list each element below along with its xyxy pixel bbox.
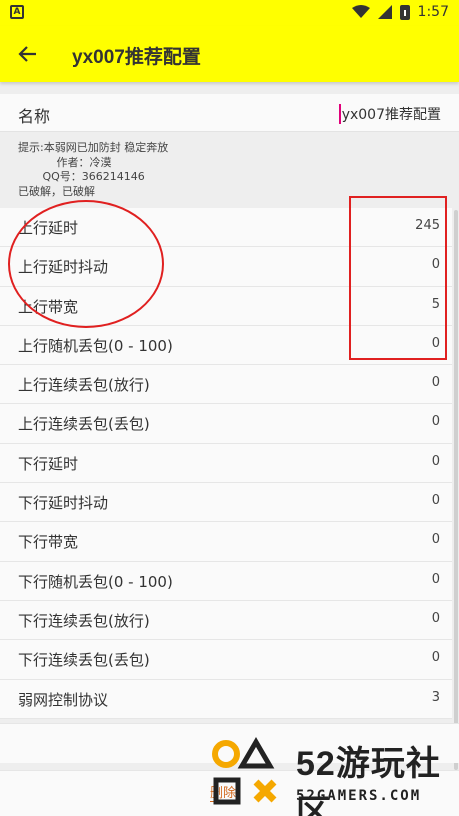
setting-value: 3: [431, 689, 440, 705]
status-icons: 1:57: [351, 4, 449, 20]
status-bar: A 1:57: [0, 0, 459, 26]
status-time: 1:57: [417, 4, 449, 20]
setting-row[interactable]: 下行随机丢包(0 - 100) 0: [0, 561, 452, 601]
hint-line: 作者：冷漠: [18, 155, 112, 169]
setting-label: 上行连续丢包(丢包): [18, 415, 150, 434]
setting-value: 0: [431, 453, 440, 469]
setting-value: 0: [431, 571, 440, 587]
scrollbar[interactable]: [454, 210, 458, 770]
setting-label: 下行连续丢包(丢包): [18, 651, 150, 670]
watermark-url: 52GAMERS.COM: [296, 788, 422, 804]
setting-value: 0: [431, 650, 440, 666]
setting-row[interactable]: 下行带宽 0: [0, 522, 452, 562]
page-title: yx007推荐配置: [72, 47, 201, 68]
battery-icon: [399, 4, 410, 20]
hint-line: 提示:本弱网已加防封 稳定奔放: [18, 141, 169, 154]
setting-label: 下行随机丢包(0 - 100): [18, 572, 173, 591]
signal-icon: [377, 5, 392, 19]
setting-label: 上行随机丢包(0 - 100): [18, 336, 173, 355]
setting-value: 0: [431, 375, 440, 391]
setting-label: 下行延时抖动: [18, 494, 109, 513]
setting-label: 上行连续丢包(放行): [18, 376, 150, 395]
setting-row[interactable]: 上行连续丢包(放行) 0: [0, 365, 452, 405]
setting-row[interactable]: 弱网控制协议 3: [0, 679, 452, 719]
notification-icon: A: [10, 5, 24, 19]
hint-line: QQ号：366214146: [18, 170, 145, 183]
watermark-logo: 52游玩社区 52GAMERS.COM: [208, 736, 459, 816]
name-input[interactable]: yx007推荐配置: [338, 104, 441, 124]
toolbar: yx007推荐配置: [0, 26, 459, 82]
setting-label: 弱网控制协议: [18, 690, 109, 709]
arrow-left-icon: [18, 46, 36, 62]
annotation-circle: [8, 200, 164, 328]
setting-row[interactable]: 下行连续丢包(丢包) 0: [0, 640, 452, 680]
watermark-shapes-icon: [212, 737, 277, 805]
setting-row[interactable]: 下行延时抖动 0: [0, 483, 452, 523]
setting-value: 0: [431, 493, 440, 509]
setting-value: 0: [431, 414, 440, 430]
back-button[interactable]: [10, 36, 46, 72]
setting-value: 0: [431, 610, 440, 626]
setting-row[interactable]: 上行连续丢包(丢包) 0: [0, 404, 452, 444]
annotation-rectangle: [349, 196, 447, 360]
wifi-icon: [351, 5, 370, 18]
name-label: 名称: [18, 107, 51, 126]
setting-value: 0: [431, 532, 440, 548]
name-row[interactable]: 名称 yx007推荐配置: [0, 94, 459, 132]
watermark-title: 52游玩社区: [296, 745, 441, 816]
setting-label: 下行连续丢包(放行): [18, 611, 150, 630]
setting-row[interactable]: 下行延时 0: [0, 443, 452, 484]
setting-label: 下行延时: [18, 454, 79, 473]
setting-label: 下行带宽: [18, 533, 79, 552]
setting-row[interactable]: 下行连续丢包(放行) 0: [0, 600, 452, 641]
